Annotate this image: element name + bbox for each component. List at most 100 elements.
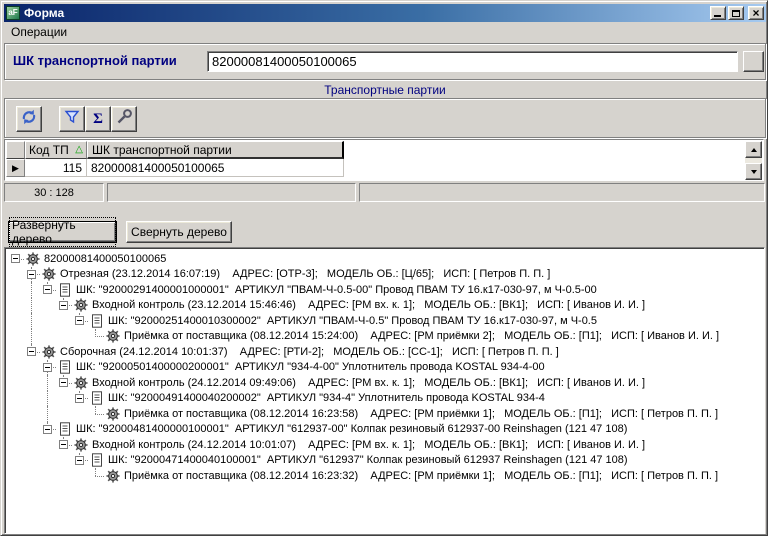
tree-node[interactable]: ШК: "92000491400040200002" АРТИКУЛ "934-…: [8, 391, 764, 407]
tree-indent: [24, 468, 40, 484]
tree-node[interactable]: 82000081400050100065: [8, 251, 764, 267]
tree-expand-box[interactable]: [27, 347, 36, 356]
tree-connector: [56, 375, 72, 391]
grid-vertical-scrollbar[interactable]: [745, 141, 762, 180]
document-icon: [88, 453, 106, 469]
tree-node[interactable]: Входной контроль (23.12.2014 15:46:46) А…: [8, 298, 764, 314]
tree-node[interactable]: ШК: "92000251400010300002" АРТИКУЛ "ПВАМ…: [8, 313, 764, 329]
tree-connector: [72, 313, 88, 329]
tree-indent: [40, 453, 56, 469]
tree-node[interactable]: ШК: "92000501400000200001" АРТИКУЛ "934-…: [8, 360, 764, 376]
tree-expand-box[interactable]: [59, 378, 68, 387]
document-icon: [88, 391, 106, 407]
tree-indent: [8, 360, 24, 376]
tree-expand-box[interactable]: [59, 301, 68, 310]
barcode-label: ШК транспортной партии: [13, 53, 177, 68]
tree-node[interactable]: ШК: "92000471400040100001" АРТИКУЛ "6129…: [8, 453, 764, 469]
grid-cell-shk[interactable]: 82000081400050100065: [87, 159, 344, 177]
tree-expand-box[interactable]: [43, 285, 52, 294]
tree-indent: [72, 468, 88, 484]
refresh-button[interactable]: [16, 106, 42, 132]
tree-indent: [8, 468, 24, 484]
gear-icon: [104, 406, 122, 422]
scroll-down-button[interactable]: [745, 163, 762, 180]
app-icon: aF: [6, 6, 20, 20]
minimize-button[interactable]: [710, 6, 726, 20]
status-record-counter: 30 : 128: [4, 183, 104, 202]
menu-operations[interactable]: Операции: [4, 23, 74, 41]
maximize-button[interactable]: [728, 6, 744, 20]
grid-header-kod-label: Код ТП: [29, 143, 69, 157]
tree-node[interactable]: Приёмка от поставщика (08.12.2014 16:23:…: [8, 406, 764, 422]
tree-indent: [40, 375, 56, 391]
tree-node[interactable]: Входной контроль (24.12.2014 09:49:06) А…: [8, 375, 764, 391]
collapse-tree-button[interactable]: Свернуть дерево: [126, 221, 232, 243]
tree-connector: [88, 468, 104, 484]
barcode-extra-button[interactable]: [743, 51, 764, 72]
window-title: Форма: [24, 6, 708, 20]
tree-indent: [8, 344, 24, 360]
sum-icon: Σ: [93, 111, 103, 128]
tree-node-label: Входной контроль (24.12.2014 10:01:07) А…: [90, 439, 645, 451]
tree-node-label: ШК: "92000481400000100001" АРТИКУЛ "6129…: [74, 423, 627, 435]
parties-grid: Код ТП △ ШК транспортной партии ▶ 115 82…: [4, 139, 764, 181]
tree-node[interactable]: Приёмка от поставщика (08.12.2014 15:24:…: [8, 329, 764, 345]
grid-header-shk-label: ШК транспортной партии: [92, 143, 232, 157]
tree-node[interactable]: Приёмка от поставщика (08.12.2014 16:23:…: [8, 468, 764, 484]
tree-connector: [72, 453, 88, 469]
tree-node[interactable]: Отрезная (23.12.2014 16:07:19) АДРЕС: [О…: [8, 267, 764, 283]
tree-expand-box[interactable]: [27, 270, 36, 279]
tree-node-label: Входной контроль (23.12.2014 15:46:46) А…: [90, 299, 645, 311]
collapse-tree-button-label: Свернуть дерево: [131, 225, 227, 239]
tree-expand-box[interactable]: [75, 316, 84, 325]
tree-indent: [8, 422, 24, 438]
tree-connector: [24, 267, 40, 283]
tree-node-label: Отрезная (23.12.2014 16:07:19) АДРЕС: [О…: [58, 268, 550, 280]
settings-button[interactable]: [111, 106, 137, 132]
tree-connector: [40, 282, 56, 298]
tree-indent: [40, 298, 56, 314]
close-button[interactable]: ×: [748, 6, 764, 20]
tree-node-label: Сборочная (24.12.2014 10:01:37) АДРЕС: […: [58, 346, 559, 358]
tree-indent: [8, 375, 24, 391]
document-icon: [56, 282, 74, 298]
tree-node[interactable]: ШК: "92000481400000100001" АРТИКУЛ "6129…: [8, 422, 764, 438]
tree-connector: [24, 344, 40, 360]
filter-button[interactable]: [59, 106, 85, 132]
tree-expand-box[interactable]: [43, 425, 52, 434]
tree-indent: [24, 313, 40, 329]
tree-expand-box[interactable]: [75, 456, 84, 465]
expand-tree-button[interactable]: Развернуть дерево: [8, 221, 117, 243]
tree-indent: [8, 406, 24, 422]
tree-node[interactable]: ШК: "92000291400001000001" АРТИКУЛ "ПВАМ…: [8, 282, 764, 298]
tree-indent: [8, 313, 24, 329]
scroll-up-button[interactable]: [745, 141, 762, 158]
minimize-icon: [714, 15, 721, 17]
tree-node[interactable]: Входной контроль (24.12.2014 10:01:07) А…: [8, 437, 764, 453]
tree-expand-box[interactable]: [59, 440, 68, 449]
tree-indent: [8, 298, 24, 314]
grid-header-kod[interactable]: Код ТП △: [25, 141, 87, 159]
grid-cell-kod[interactable]: 115: [25, 159, 87, 177]
titlebar[interactable]: aF Форма ×: [4, 4, 766, 22]
tree-indent: [24, 298, 40, 314]
tree-expand-box[interactable]: [11, 254, 20, 263]
grid-header-shk[interactable]: ШК транспортной партии: [87, 141, 344, 159]
tree-expand-box[interactable]: [75, 394, 84, 403]
tree-indent: [56, 406, 72, 422]
tree-indent: [8, 391, 24, 407]
sum-button[interactable]: Σ: [85, 106, 111, 132]
gear-icon: [72, 437, 90, 453]
tree-indent: [8, 282, 24, 298]
tree-indent: [72, 329, 88, 345]
gear-icon: [40, 267, 58, 283]
gear-icon: [40, 344, 58, 360]
barcode-panel: ШК транспортной партии: [4, 43, 766, 80]
tree-indent: [56, 391, 72, 407]
tree-node[interactable]: Сборочная (24.12.2014 10:01:37) АДРЕС: […: [8, 344, 764, 360]
form-window: aF Форма × Операции ШК транспортной парт…: [0, 0, 768, 536]
barcode-input[interactable]: [207, 51, 738, 72]
tree-indent: [24, 329, 40, 345]
tree-expand-box[interactable]: [43, 363, 52, 372]
tree-indent: [24, 375, 40, 391]
